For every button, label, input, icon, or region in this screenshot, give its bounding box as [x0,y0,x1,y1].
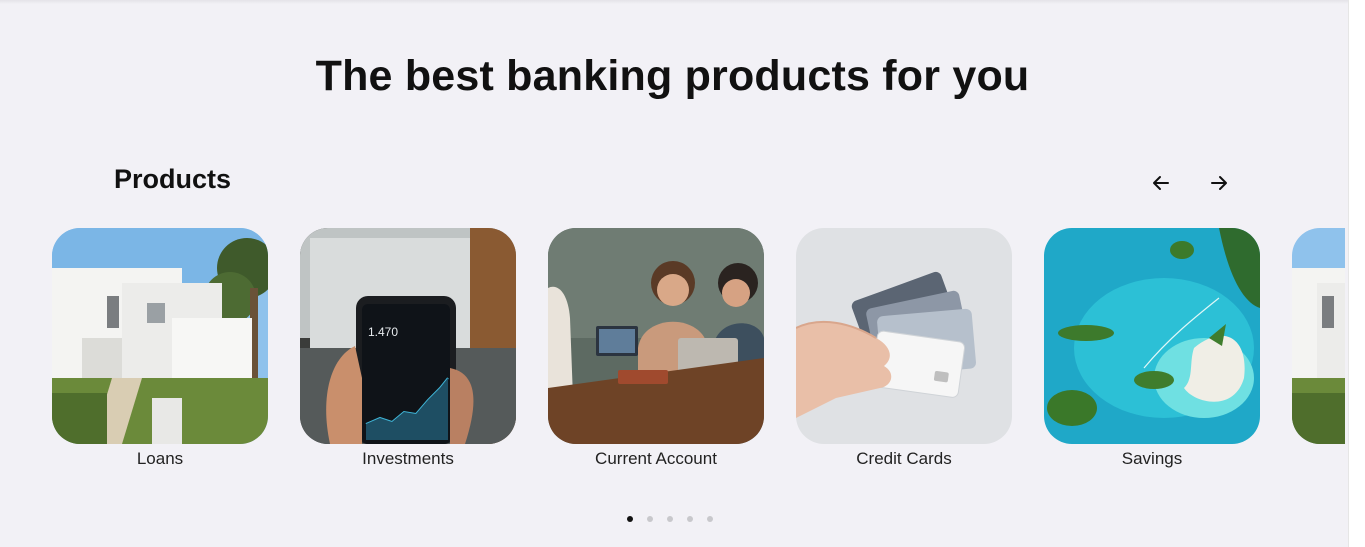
white-house-photo [1292,228,1345,444]
carousel-prev-button[interactable] [1148,170,1174,196]
pagination-dot[interactable] [707,516,713,522]
carousel-pagination [627,516,713,522]
product-card-loans[interactable]: Loans [52,228,268,469]
page: The best banking products for you Produc… [0,0,1365,547]
top-shadow [0,0,1365,4]
product-label: Loans [136,449,184,468]
product-label: Current Account [595,449,717,468]
scrollbar[interactable] [1348,0,1365,547]
pagination-dot[interactable] [627,516,633,522]
arrow-right-icon [1211,176,1227,190]
section-title: Products [114,164,232,194]
pagination-dot[interactable] [647,516,653,522]
stock-app-phone-photo: 1.470 [300,228,516,444]
white-house-photo [52,228,268,444]
hand-holding-cards-photo [796,228,1012,444]
people-at-laptops-photo [548,228,764,444]
product-label: Credit Cards [856,449,952,468]
carousel-next-button[interactable] [1206,170,1232,196]
pagination-dot[interactable] [687,516,693,522]
product-card-loans-partial[interactable] [1292,228,1345,444]
product-label: Investments [362,449,454,468]
tropical-islands-photo [1044,228,1260,444]
pagination-dot[interactable] [667,516,673,522]
products-carousel: Loans 1.470 Investments Current Account … [0,228,1345,478]
product-card-savings[interactable]: Savings [1044,228,1260,469]
product-card-current-account[interactable]: Current Account [548,228,764,469]
product-card-credit-cards[interactable]: Credit Cards [796,228,1012,469]
page-title: The best banking products for you [315,52,1030,100]
arrow-left-icon [1153,176,1169,190]
svg-text:1.470: 1.470 [368,325,398,339]
product-card-investments[interactable]: 1.470 Investments [300,228,516,469]
product-label: Savings [1121,449,1183,468]
